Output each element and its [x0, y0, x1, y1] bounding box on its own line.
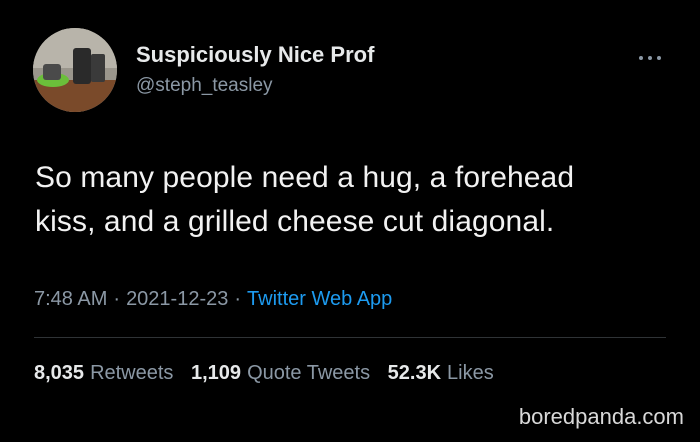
engagement-stats: 8,035 Retweets 1,109 Quote Tweets 52.3K Lik… [34, 362, 506, 385]
tweet-text-line: So many people need a hug, a forehead [35, 161, 575, 194]
tweet-text-line: kiss, and a grilled cheese cut diagonal. [35, 205, 555, 238]
user-handle[interactable]: @steph_teasley [136, 75, 273, 97]
retweets-label: Retweets [90, 362, 174, 384]
avatar-photo-icon [33, 28, 117, 112]
retweets-stat[interactable]: 8,035 Retweets [34, 362, 173, 384]
tweet-text: So many people need a hug, a forehead ki… [35, 156, 675, 244]
tweet-date[interactable]: 2021-12-23 [126, 288, 228, 310]
watermark: boredpanda.com [518, 404, 684, 429]
tweet-source-link[interactable]: Twitter Web App [247, 288, 392, 310]
divider [34, 337, 666, 338]
display-name[interactable]: Suspiciously Nice Prof [136, 42, 374, 68]
tweet-card: Suspiciously Nice Prof @steph_teasley So… [0, 0, 700, 442]
quote-tweets-stat[interactable]: 1,109 Quote Tweets [191, 362, 370, 384]
retweets-count: 8,035 [34, 362, 85, 384]
meta-separator: · [234, 288, 242, 310]
likes-stat[interactable]: 52.3K Likes [388, 362, 494, 384]
quotes-label: Quote Tweets [247, 362, 371, 384]
quotes-count: 1,109 [191, 362, 242, 384]
avatar[interactable] [33, 28, 117, 112]
meta-separator: · [113, 288, 121, 310]
tweet-meta: 7:48 AM · 2021-12-23 · Twitter Web App [34, 288, 392, 311]
more-options-icon[interactable] [637, 50, 663, 66]
likes-label: Likes [447, 362, 494, 384]
likes-count: 52.3K [387, 362, 442, 384]
tweet-time[interactable]: 7:48 AM [34, 288, 107, 310]
